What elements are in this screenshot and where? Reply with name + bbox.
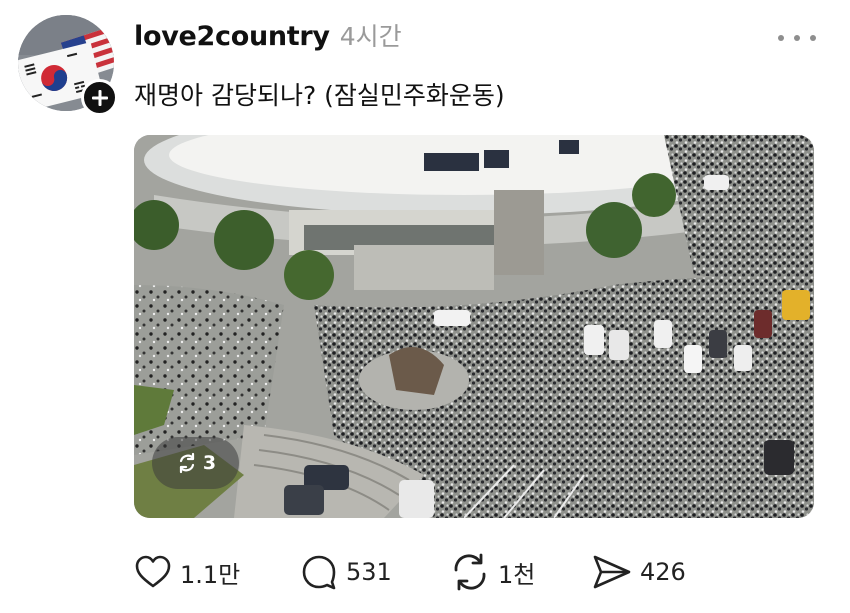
action-bar: 1.1만 531 1천 426 <box>134 550 834 594</box>
comment-count: 531 <box>346 558 392 586</box>
more-dots-icon <box>794 35 800 41</box>
share-count: 426 <box>640 558 686 586</box>
like-button[interactable]: 1.1만 <box>134 550 240 594</box>
post-text: 재명아 감당되나? (잠실민주화운동) <box>134 81 505 110</box>
post-time: 4시간 <box>339 22 402 51</box>
repost-button[interactable]: 1천 <box>450 550 535 594</box>
more-dots-icon <box>778 35 784 41</box>
post-header: love2country 4시간 <box>134 17 402 61</box>
plus-icon <box>91 89 108 106</box>
carousel-count: 3 <box>202 452 217 474</box>
repost-count: 1천 <box>498 560 536 589</box>
repost-icon <box>454 553 486 591</box>
send-icon <box>593 555 631 589</box>
username[interactable]: love2country <box>134 21 330 52</box>
more-options-button[interactable] <box>778 26 816 50</box>
comment-bubble-icon <box>302 555 336 590</box>
comment-button[interactable]: 531 <box>300 550 392 594</box>
like-count: 1.1만 <box>180 560 241 589</box>
avatar-wrapper[interactable] <box>18 15 118 116</box>
follow-button[interactable] <box>81 79 118 116</box>
heart-icon <box>135 555 171 588</box>
thread-post: love2country 4시간 재명아 감당되나? (잠실민주화운동) 3 1… <box>0 0 850 613</box>
carousel-indicator[interactable]: 3 <box>152 437 239 489</box>
repost-arrows-icon <box>179 452 194 474</box>
share-button[interactable]: 426 <box>592 550 686 594</box>
more-dots-icon <box>810 35 816 41</box>
